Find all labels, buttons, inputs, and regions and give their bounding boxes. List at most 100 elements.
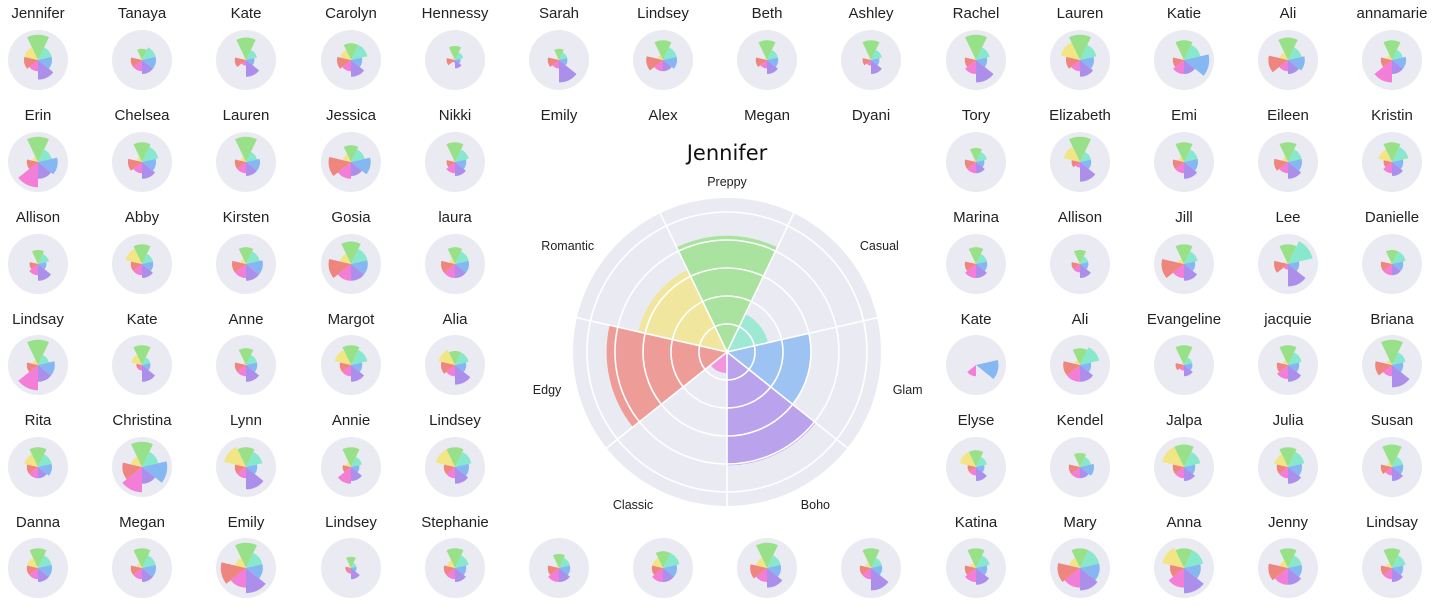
mini-polar-chart	[1258, 234, 1318, 294]
mini-polar-chart	[1050, 234, 1110, 294]
mini-chart-name: annamarie	[1357, 5, 1428, 22]
mini-polar-chart	[8, 30, 68, 90]
mini-polar-chart	[112, 132, 172, 192]
mini-polar-chart	[216, 234, 276, 294]
mini-polar-chart	[1258, 132, 1318, 192]
mini-chart-name: Lindsey	[429, 412, 481, 429]
mini-chart-name: Christina	[112, 412, 172, 429]
mini-polar-chart	[529, 30, 589, 90]
mini-polar-chart	[1154, 30, 1214, 90]
mini-polar-chart	[321, 30, 381, 90]
mini-chart-name: Lindsey	[637, 5, 689, 22]
mini-chart-name: Carolyn	[325, 5, 377, 22]
mini-chart-name: Sarah	[539, 5, 579, 22]
mini-chart-name: Lindsey	[325, 514, 377, 531]
mini-polar-chart	[1362, 30, 1422, 90]
mini-chart-name: Allison	[16, 209, 60, 226]
mini-polar-chart	[321, 132, 381, 192]
mini-chart-name: Kate	[961, 311, 992, 328]
mini-polar-chart	[841, 30, 901, 90]
mini-polar-chart	[216, 538, 276, 598]
mini-chart-name: Elyse	[958, 412, 995, 429]
mini-polar-chart	[1154, 335, 1214, 395]
mini-chart-name: Hennessy	[422, 5, 489, 22]
mini-chart-name: Jennifer	[11, 5, 64, 22]
mini-polar-chart	[8, 234, 68, 294]
mini-polar-chart	[946, 234, 1006, 294]
mini-polar-chart	[1050, 30, 1110, 90]
mini-polar-chart	[633, 30, 693, 90]
mini-polar-chart	[321, 335, 381, 395]
mini-polar-chart	[841, 538, 901, 598]
featured-category-label: Romantic	[541, 239, 594, 253]
mini-chart-name: Mary	[1063, 514, 1097, 531]
mini-chart-name: Abby	[125, 209, 160, 226]
mini-polar-chart	[112, 234, 172, 294]
mini-chart-name: Lauren	[1057, 5, 1104, 22]
mini-polar-chart	[1258, 30, 1318, 90]
mini-polar-chart	[425, 30, 485, 90]
mini-chart-name: Eileen	[1267, 107, 1309, 124]
mini-polar-chart	[1258, 437, 1318, 497]
mini-polar-chart	[946, 132, 1006, 192]
featured-category-label: Casual	[860, 239, 899, 253]
mini-chart-name: Margot	[328, 311, 376, 328]
mini-polar-chart	[216, 335, 276, 395]
featured-category-label: Classic	[613, 498, 653, 512]
mini-chart-name: Jenny	[1268, 514, 1309, 531]
mini-chart-name: Allison	[1058, 209, 1102, 226]
mini-polar-chart	[1258, 538, 1318, 598]
featured-category-label: Glam	[893, 383, 923, 397]
mini-polar-chart	[112, 538, 172, 598]
mini-chart-name: Julia	[1273, 412, 1305, 429]
mini-chart-name: Annie	[332, 412, 370, 429]
mini-chart-name: Lee	[1275, 209, 1300, 226]
mini-chart-name: Katina	[955, 514, 998, 531]
mini-chart-name: jacquie	[1263, 311, 1312, 328]
mini-chart-name: Kate	[231, 5, 262, 22]
mini-polar-chart	[737, 30, 797, 90]
mini-polar-chart	[737, 538, 797, 598]
mini-polar-chart	[529, 538, 589, 598]
mini-polar-chart	[321, 437, 381, 497]
mini-chart-name: laura	[438, 209, 472, 226]
mini-polar-chart	[425, 437, 485, 497]
mini-polar-chart	[1362, 437, 1422, 497]
mini-chart-name: Danielle	[1365, 209, 1419, 226]
featured-category-label: Preppy	[707, 175, 747, 189]
mini-chart-name: Briana	[1370, 311, 1414, 328]
mini-chart-name: Emi	[1171, 107, 1197, 124]
mini-chart-name: Danna	[16, 514, 61, 531]
mini-chart-name: Rachel	[953, 5, 1000, 22]
mini-chart-name: Beth	[752, 5, 783, 22]
mini-chart-name: Elizabeth	[1049, 107, 1111, 124]
featured-polar-chart	[573, 198, 881, 506]
mini-polar-chart	[425, 132, 485, 192]
mini-chart-name: Kristin	[1371, 107, 1413, 124]
mini-chart-name: Tory	[962, 107, 991, 124]
mini-polar-chart	[425, 538, 485, 598]
mini-polar-chart	[1154, 538, 1214, 598]
mini-polar-chart	[1050, 437, 1110, 497]
mini-chart-name: Rita	[25, 412, 52, 429]
mini-chart-name: Alex	[648, 107, 678, 124]
mini-chart-name: Megan	[744, 107, 790, 124]
featured-chart-title: Jennifer	[685, 141, 768, 165]
mini-chart-name: Megan	[119, 514, 165, 531]
mini-polar-chart	[946, 437, 1006, 497]
mini-chart-name: Jalpa	[1166, 412, 1203, 429]
mini-polar-chart	[946, 335, 1006, 395]
mini-chart-name: Dyani	[852, 107, 890, 124]
mini-polar-chart	[321, 538, 381, 598]
mini-chart-name: Susan	[1371, 412, 1414, 429]
mini-polar-chart	[8, 437, 68, 497]
mini-polar-chart	[1258, 335, 1318, 395]
mini-polar-chart	[8, 335, 68, 395]
mini-chart-name: Lindsay	[12, 311, 64, 328]
mini-chart-name: Ali	[1280, 5, 1297, 22]
mini-polar-chart	[946, 30, 1006, 90]
featured-category-label: Edgy	[533, 383, 562, 397]
mini-chart-name: Evangeline	[1147, 311, 1221, 328]
mini-polar-chart	[946, 538, 1006, 598]
mini-chart-name: Kate	[127, 311, 158, 328]
